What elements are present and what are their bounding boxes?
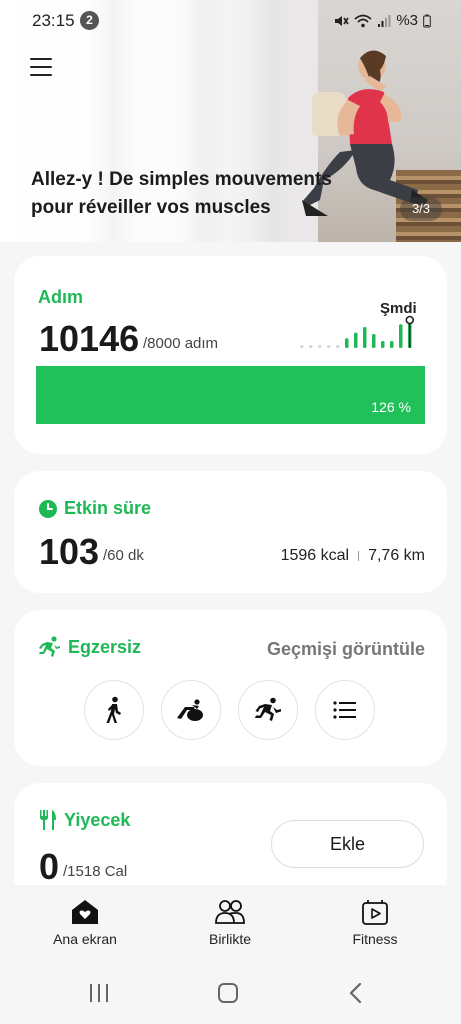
walking-button[interactable] — [84, 680, 144, 740]
divider — [358, 551, 360, 561]
hourly-bar — [309, 345, 313, 348]
clock-icon — [39, 499, 57, 518]
distance-value: 7,76 km — [368, 547, 425, 564]
steps-progress-fill — [36, 366, 425, 424]
all-exercises-button[interactable] — [315, 680, 375, 740]
mute-icon — [335, 15, 349, 26]
hero-banner[interactable]: 23:15 2 %3 Allez-y ! De simples mouvemen… — [0, 0, 461, 242]
walking-icon — [106, 696, 121, 723]
recent-apps-icon[interactable] — [88, 983, 110, 1003]
fork-knife-icon — [40, 810, 56, 830]
nav-home[interactable]: Ana ekran — [30, 899, 140, 947]
steps-title: Adım — [38, 287, 83, 307]
hourly-bar — [318, 345, 322, 348]
running-button[interactable] — [238, 680, 298, 740]
status-bar: 23:15 2 %3 — [0, 0, 461, 44]
yoga-ball-icon — [177, 699, 203, 721]
menu-icon[interactable] — [30, 58, 52, 78]
people-icon — [215, 900, 245, 924]
add-food-button[interactable]: Ekle — [271, 820, 424, 868]
hourly-bar — [372, 334, 376, 348]
active-time-value: 103 — [39, 531, 100, 572]
hourly-bar — [363, 327, 367, 348]
steps-count: 10146 — [39, 318, 140, 359]
wifi-icon — [354, 14, 372, 27]
hero-pager: 3/3 — [400, 197, 442, 221]
steps-progress-bar: 126 % — [36, 366, 425, 424]
active-stats: 1596 kcal 7,76 km — [281, 547, 425, 565]
active-time-card[interactable]: Etkin süre 103 /60 dk 1596 kcal 7,76 km — [14, 471, 447, 593]
list-icon — [333, 701, 356, 719]
nav-home-label: Ana ekran — [53, 931, 117, 947]
clock: 23:15 — [32, 11, 75, 30]
food-title: Yiyecek — [64, 809, 131, 830]
food-goal: /1518 Cal — [63, 863, 128, 880]
signal-icon — [378, 14, 391, 27]
workout-button[interactable] — [161, 680, 221, 740]
active-time-header: Etkin süre — [38, 498, 151, 519]
battery-icon — [423, 14, 431, 27]
battery-percent: %3 — [396, 12, 418, 29]
hourly-bar — [345, 338, 349, 348]
nav-together[interactable]: Birlikte — [175, 899, 285, 947]
hourly-bar — [336, 345, 340, 348]
active-time-goal: /60 dk — [103, 547, 144, 564]
notification-count-badge: 2 — [80, 11, 99, 30]
exercise-header: Egzersiz — [38, 636, 141, 658]
running-icon — [255, 697, 281, 721]
back-icon[interactable] — [348, 983, 364, 1003]
food-header: Yiyecek — [38, 809, 130, 831]
exercise-title: Egzersiz — [68, 636, 142, 657]
active-time-title: Etkin süre — [64, 498, 152, 518]
calories-value: 1596 kcal — [280, 547, 350, 564]
steps-progress-label: 126 % — [371, 399, 411, 415]
now-marker-dot — [405, 315, 415, 325]
system-navigation-bar — [0, 965, 461, 1024]
exercise-card: Egzersiz Geçmişi görüntüle — [14, 610, 447, 766]
nav-together-label: Birlikte — [208, 931, 251, 947]
hourly-bar — [354, 332, 358, 348]
home-button-icon[interactable] — [217, 983, 239, 1003]
exercise-shortcuts — [84, 680, 375, 740]
hourly-bar — [390, 341, 394, 348]
fitness-video-icon — [362, 900, 388, 925]
bottom-navigation: Ana ekran Birlikte Fitness — [0, 885, 461, 965]
hourly-bar — [300, 345, 304, 348]
hourly-bar — [327, 345, 331, 348]
view-history-link[interactable]: Geçmişi görüntüle — [267, 639, 425, 660]
hero-title: Allez-y ! De simples mouvements pour rév… — [31, 169, 332, 218]
steps-card[interactable]: Adım 10146 /8000 adım Şmdi 126 % — [14, 256, 447, 454]
nav-fitness-label: Fitness — [352, 931, 398, 947]
hourly-bar — [399, 324, 403, 348]
running-icon — [39, 636, 60, 657]
hourly-steps-chart — [300, 315, 415, 348]
hourly-bar — [381, 341, 385, 348]
home-heart-icon — [72, 900, 98, 924]
nav-fitness[interactable]: Fitness — [320, 899, 430, 947]
food-value: 0 — [39, 846, 60, 887]
steps-goal: /8000 adım — [143, 335, 219, 352]
system-icons: %3 — [333, 12, 431, 29]
